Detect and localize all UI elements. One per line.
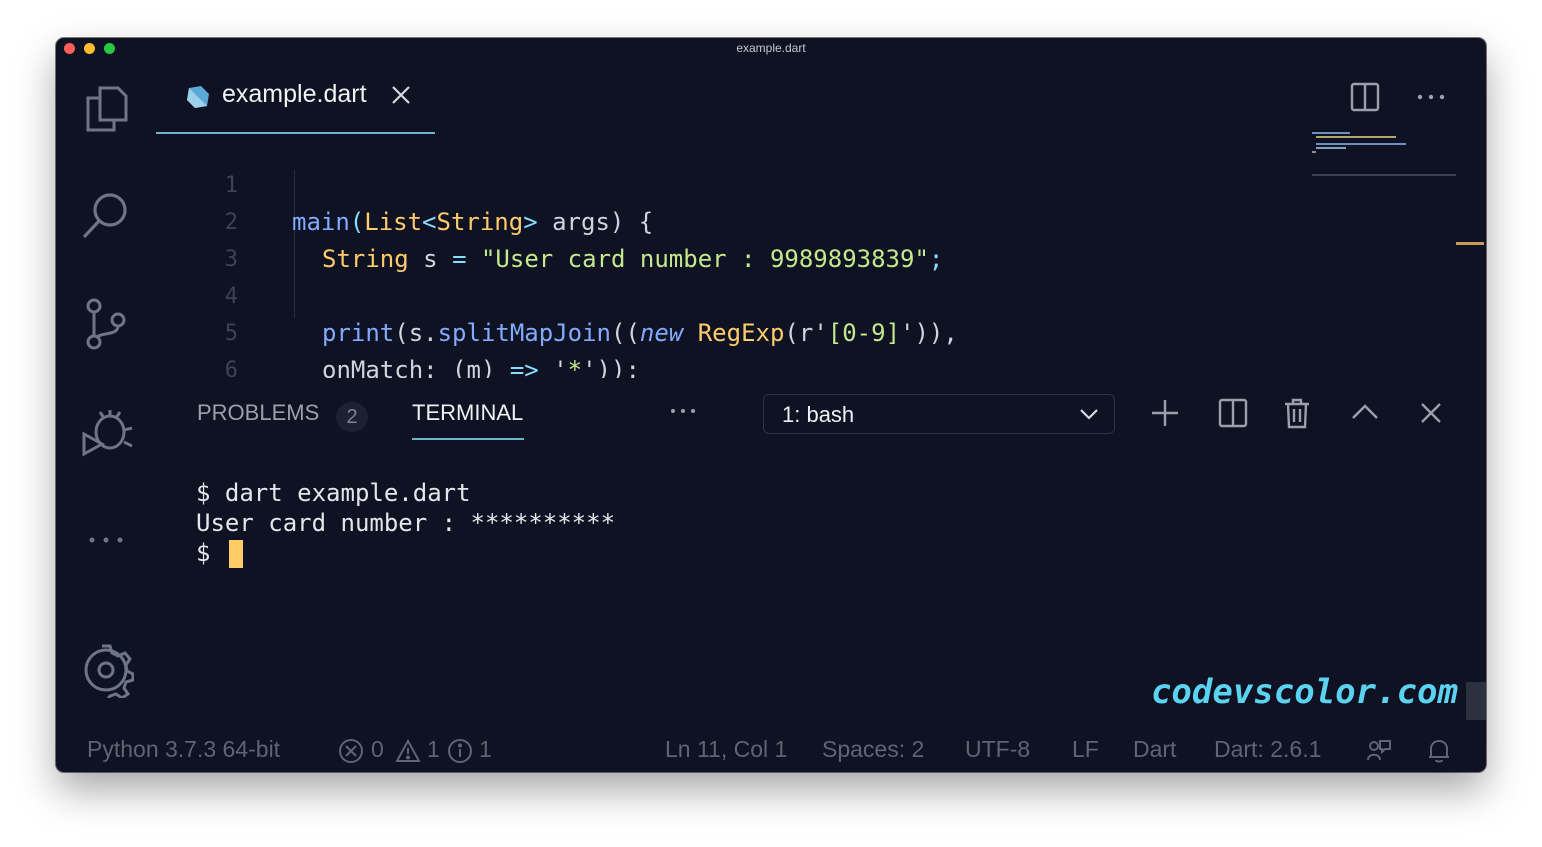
settings-gear-icon[interactable] [78,642,135,700]
error-icon[interactable] [338,738,364,764]
watermark-logo: codevscolor.com [1150,672,1458,712]
scrollbar-marker[interactable] [1456,242,1484,245]
code-line-1: 1 main(List<String> args) { [156,130,1306,236]
close-tab-icon[interactable] [390,84,412,106]
panel-more-icon[interactable] [668,396,698,426]
code-line-4: 4 print(s.splitMapJoin((new RegExp(r'[0-… [156,241,1306,347]
debug-icon[interactable] [78,404,134,460]
split-editor-icon[interactable] [1348,80,1382,114]
vscode-window: example.dart example.dart 1 main(List<St… [56,38,1486,772]
code-line-7: 7 [156,352,1306,378]
code-line-3: 3 [156,204,1306,272]
encoding-status[interactable]: UTF-8 [965,736,1030,763]
terminal-scrollbar[interactable] [1466,682,1486,720]
problems-count-badge: 2 [336,402,368,432]
close-panel-icon[interactable] [1414,396,1448,430]
maximize-panel-chevron-up-icon[interactable] [1348,396,1382,430]
dart-file-icon [183,82,211,110]
new-terminal-icon[interactable] [1148,396,1182,430]
terminal-output[interactable]: $ dart example.dart User card number : *… [196,478,1096,568]
terminal-select[interactable]: 1: bash [763,394,1115,434]
terminal-cursor [228,540,243,568]
editor-tab-example-dart[interactable]: example.dart [156,58,435,134]
code-editor[interactable]: 1 main(List<String> args) { 2 String s =… [156,130,1306,378]
dart-sdk-version[interactable]: Dart: 2.6.1 [1214,736,1321,763]
tab-problems[interactable]: PROBLEMS [197,400,319,426]
feedback-icon[interactable] [1366,738,1392,764]
python-interpreter-status[interactable]: Python 3.7.3 64-bit [87,736,280,763]
editor-more-actions-icon[interactable] [1414,80,1448,114]
status-bar: Python 3.7.3 64-bit 0 1 1 Ln 11, Col 1 S… [56,728,1486,772]
terminal-prompt: $ [196,539,225,567]
warning-count[interactable]: 1 [427,736,440,763]
kill-terminal-trash-icon[interactable] [1280,396,1314,430]
info-icon[interactable] [447,738,473,764]
terminal-line: User card number : ********** [196,509,616,537]
tab-terminal[interactable]: TERMINAL [412,400,523,426]
notifications-bell-icon[interactable] [1426,738,1452,764]
language-mode[interactable]: Dart [1133,736,1176,763]
files-icon[interactable] [78,80,134,136]
code-line-2: 2 String s = "User card number : 9989893… [156,167,1306,273]
error-count[interactable]: 0 [371,736,384,763]
minimap[interactable] [1310,128,1460,188]
title-bar: example.dart [56,38,1486,58]
terminal-prompt-line: $ [196,538,1096,568]
split-terminal-icon[interactable] [1216,396,1250,430]
code-line-5: 5 onMatch: (m) => '*')); [156,278,1306,378]
indentation-status[interactable]: Spaces: 2 [822,736,924,763]
terminal-select-value: 1: bash [782,402,855,427]
code-line-6: 6 } [156,315,1306,378]
warning-icon[interactable] [395,738,421,764]
eol-status[interactable]: LF [1072,736,1099,763]
window-title: example.dart [736,41,806,55]
more-icon[interactable] [78,512,134,568]
cursor-position[interactable]: Ln 11, Col 1 [665,736,787,763]
info-count[interactable]: 1 [479,736,492,763]
tab-label: example.dart [222,80,367,108]
chevron-down-icon [1078,403,1100,425]
terminal-line: $ dart example.dart [196,479,471,507]
active-tab-indicator [412,438,524,440]
search-icon[interactable] [78,188,134,244]
activity-bar [56,58,156,748]
source-control-icon[interactable] [78,296,134,352]
